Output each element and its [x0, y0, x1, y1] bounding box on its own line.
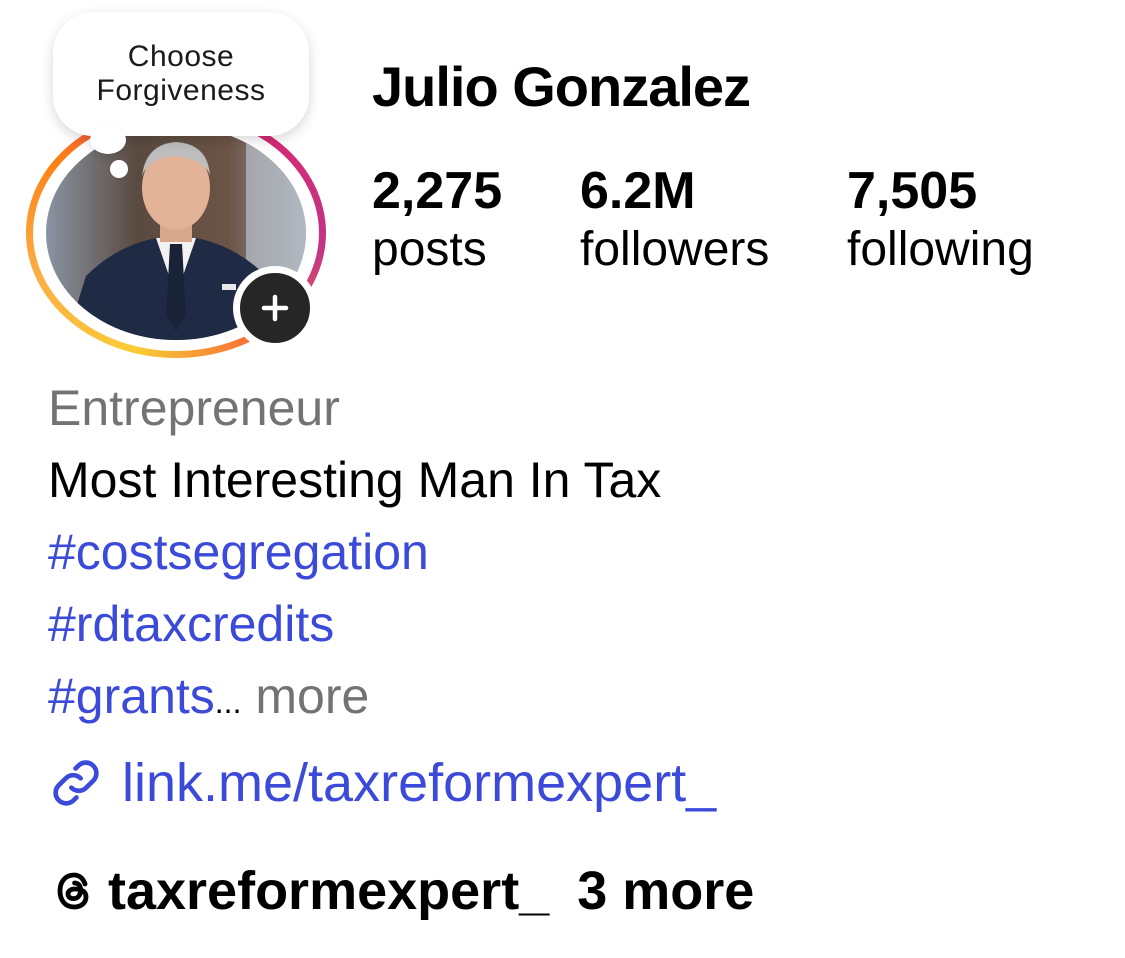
following-label: following [847, 223, 1034, 276]
external-link[interactable]: link.me/taxreformexpert_ [48, 750, 716, 816]
bio-text: Most Interesting Man In Tax [48, 452, 662, 508]
profile-name: Julio Gonzalez [372, 55, 751, 118]
add-story-button[interactable] [233, 266, 317, 350]
posts-stat[interactable]: 2,275 posts [372, 160, 502, 278]
note-bubble[interactable]: Choose Forgiveness [53, 12, 309, 136]
posts-label: posts [372, 223, 487, 276]
following-stat[interactable]: 7,505 following [847, 160, 1034, 278]
followers-label: followers [580, 223, 770, 276]
threads-handle: taxreformexpert_ [108, 861, 550, 921]
note-bubble-tail [90, 126, 126, 154]
following-count: 7,505 [847, 162, 978, 220]
threads-icon [57, 872, 89, 910]
profile-category: Entrepreneur [48, 380, 340, 436]
hashtag-grants[interactable]: #grants [48, 668, 215, 724]
link-icon [53, 760, 99, 806]
note-line-2: Forgiveness [96, 74, 266, 107]
posts-count: 2,275 [372, 162, 503, 220]
hashtag-rdtaxcredits[interactable]: #rdtaxcredits [48, 594, 334, 654]
followers-count: 6.2M [580, 162, 696, 220]
avatar[interactable] [26, 108, 326, 358]
threads-badge[interactable]: taxreformexpert_ 3 more [50, 860, 754, 922]
note-line-1: Choose [127, 40, 235, 73]
bio-ellipsis: ... [214, 684, 242, 720]
threads-more: 3 more [577, 861, 755, 921]
followers-stat[interactable]: 6.2M followers [580, 160, 769, 278]
profile-header: Choose Forgiveness Julio Gonzalez 2,275 … [0, 0, 1125, 958]
note-bubble-tail-small [110, 160, 128, 178]
hashtag-row-3: #grants... more [48, 666, 369, 732]
external-link-text[interactable]: link.me/taxreformexpert_ [122, 750, 716, 816]
bio-more-button[interactable]: more [255, 668, 369, 724]
plus-icon [261, 294, 289, 322]
hashtag-costsegregation[interactable]: #costsegregation [48, 522, 429, 582]
